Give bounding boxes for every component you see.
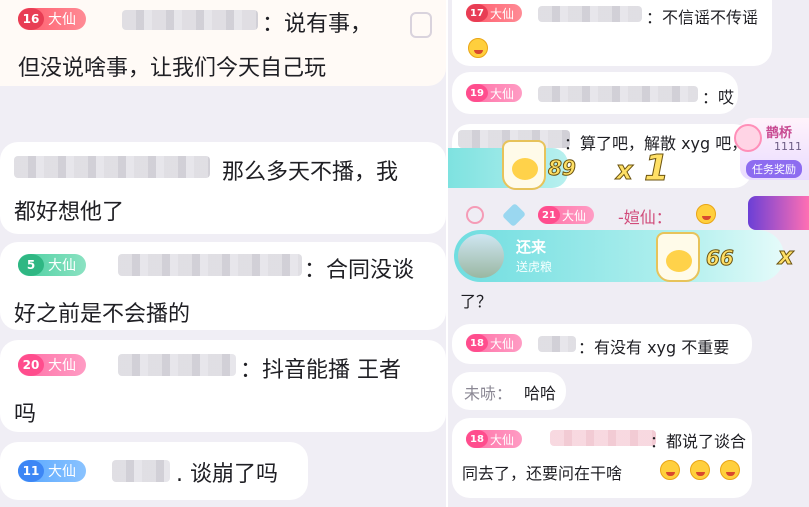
chat-bubble: 未哧： 哈哈 [452, 372, 566, 410]
widget-label: 任务奖励 [746, 160, 802, 178]
chat-bubble: 21 大仙 -媗仙： [452, 198, 742, 228]
message-text: 都好想他了 [14, 200, 125, 225]
chat-bubble: 那么多天不播，我 都好想他了 [0, 142, 446, 234]
level-badge: 11 大仙 [18, 460, 86, 482]
tiger-emoji-icon [468, 38, 488, 58]
message-text: ：不信谣不传谣 [646, 8, 759, 27]
gift-bar-2: 还来 送虎粮 [454, 230, 784, 282]
gift-count-big: 1 [643, 148, 670, 190]
message-text: 了？ [460, 292, 493, 311]
right-chat-panel: 17 大仙 ：不信谣不传谣 19 大仙 ：哎 ：算了吧，解散 xyg 吧， 意义… [448, 0, 809, 507]
tiger-emoji-icon [690, 460, 710, 480]
gift-multiplier: x [616, 156, 634, 187]
level-badge: 21 大仙 [538, 206, 595, 224]
message-text: 那么多天不播，我 [222, 160, 399, 185]
level-badge: 17 大仙 [466, 4, 523, 22]
chat-bubble: 18 大仙 ：都说了谈合 同去了，还要问在干啥 [452, 418, 752, 498]
message-text: 好之前是不会播的 [14, 302, 191, 327]
gift-bag-icon [656, 232, 700, 282]
message-text: ：哎 [702, 88, 735, 107]
widget-title: 鹊桥 [766, 126, 793, 141]
level-number: 20 [18, 354, 44, 376]
level-badge: 18 大仙 [466, 334, 523, 352]
blurred-username [550, 430, 656, 446]
level-badge: 19 大仙 [466, 84, 523, 102]
message-username: 未哧： [464, 384, 513, 403]
blurred-username [538, 6, 642, 22]
chat-bubble: 11 大仙 . 谈崩了吗 [0, 442, 308, 500]
badge-name: 大仙 [48, 258, 76, 274]
message-text: 但没说啥事，让我们今天自己玩 [18, 56, 327, 81]
level-number: 5 [18, 254, 44, 276]
badge-name: 大仙 [562, 208, 587, 223]
gift-multiplier: x [777, 242, 794, 271]
message-text: ：抖音能播 王者 [240, 358, 401, 383]
message-text: ：有没有 xyg 不重要 [578, 338, 730, 357]
diamond-icon [501, 202, 527, 228]
badge-name: 大仙 [490, 432, 515, 447]
message-text: . 谈崩了吗 [176, 462, 278, 487]
chat-bubble: 20 大仙 ：抖音能播 王者 吗 [0, 340, 446, 432]
tiger-emoji-icon [660, 460, 680, 480]
level-badge: 16 大仙 [18, 8, 86, 30]
side-event-widget[interactable]: 鹊桥 1111 任务奖励 [734, 118, 809, 180]
chat-bubble: 19 大仙 ：哎 [452, 72, 738, 114]
chat-bubble: 17 大仙 ：不信谣不传谣 [452, 0, 772, 66]
blurred-username [538, 86, 698, 102]
level-number: 18 [466, 430, 488, 448]
left-chat-panel: 16 大仙 ：说有事， 但没说啥事，让我们今天自己玩 那么多天不播，我 都好想他… [0, 0, 448, 507]
gift-bag-icon [502, 140, 546, 190]
message-text: ：都说了谈合 [650, 432, 747, 451]
chat-bubble: 18 大仙 ：有没有 xyg 不重要 [452, 324, 752, 364]
badge-name: 大仙 [490, 6, 515, 21]
blurred-username [538, 336, 576, 352]
gift-count: 66 [706, 246, 735, 271]
message-text: -媗仙： [618, 208, 672, 227]
guard-icon [466, 206, 484, 224]
blurred-username [118, 254, 302, 276]
level-number: 21 [538, 206, 560, 224]
tiger-emoji-icon [696, 204, 716, 224]
gift-user: 还来 [516, 238, 547, 256]
level-number: 11 [18, 460, 44, 482]
level-number: 19 [466, 84, 488, 102]
badge-name: 大仙 [490, 336, 515, 351]
blurred-username [118, 354, 236, 376]
tiger-emoji-icon [720, 460, 740, 480]
gift-count-small: 89 [548, 156, 577, 181]
message-text: ：说有事， [262, 12, 373, 37]
badge-name: 大仙 [490, 86, 515, 101]
gift-action: 送虎粮 [516, 260, 553, 274]
message-text: 吗 [14, 402, 37, 427]
promo-banner[interactable] [748, 196, 809, 230]
blurred-username [122, 10, 258, 30]
blurred-username [14, 156, 210, 178]
chat-bubble: 5 大仙 ：合同没谈 好之前是不会播的 [0, 242, 446, 330]
badge-name: 大仙 [48, 12, 76, 28]
user-avatar [458, 234, 504, 278]
blurred-username [112, 460, 170, 482]
level-badge: 5 大仙 [18, 254, 86, 276]
badge-name: 大仙 [48, 358, 76, 374]
badge-name: 大仙 [48, 464, 76, 480]
message-text: ：合同没谈 [304, 258, 415, 283]
level-number: 17 [466, 4, 488, 22]
message-text: 同去了，还要问在干啥 [462, 464, 623, 483]
chat-bubble: 16 大仙 ：说有事， 但没说啥事，让我们今天自己玩 [0, 0, 446, 86]
level-number: 18 [466, 334, 488, 352]
flower-icon [734, 124, 762, 152]
widget-sub: 1111 [774, 140, 802, 153]
level-number: 16 [18, 8, 44, 30]
message-text: 哈哈 [524, 384, 557, 403]
level-badge: 18 大仙 [466, 430, 523, 448]
badge-icon [410, 12, 432, 38]
level-badge: 20 大仙 [18, 354, 86, 376]
